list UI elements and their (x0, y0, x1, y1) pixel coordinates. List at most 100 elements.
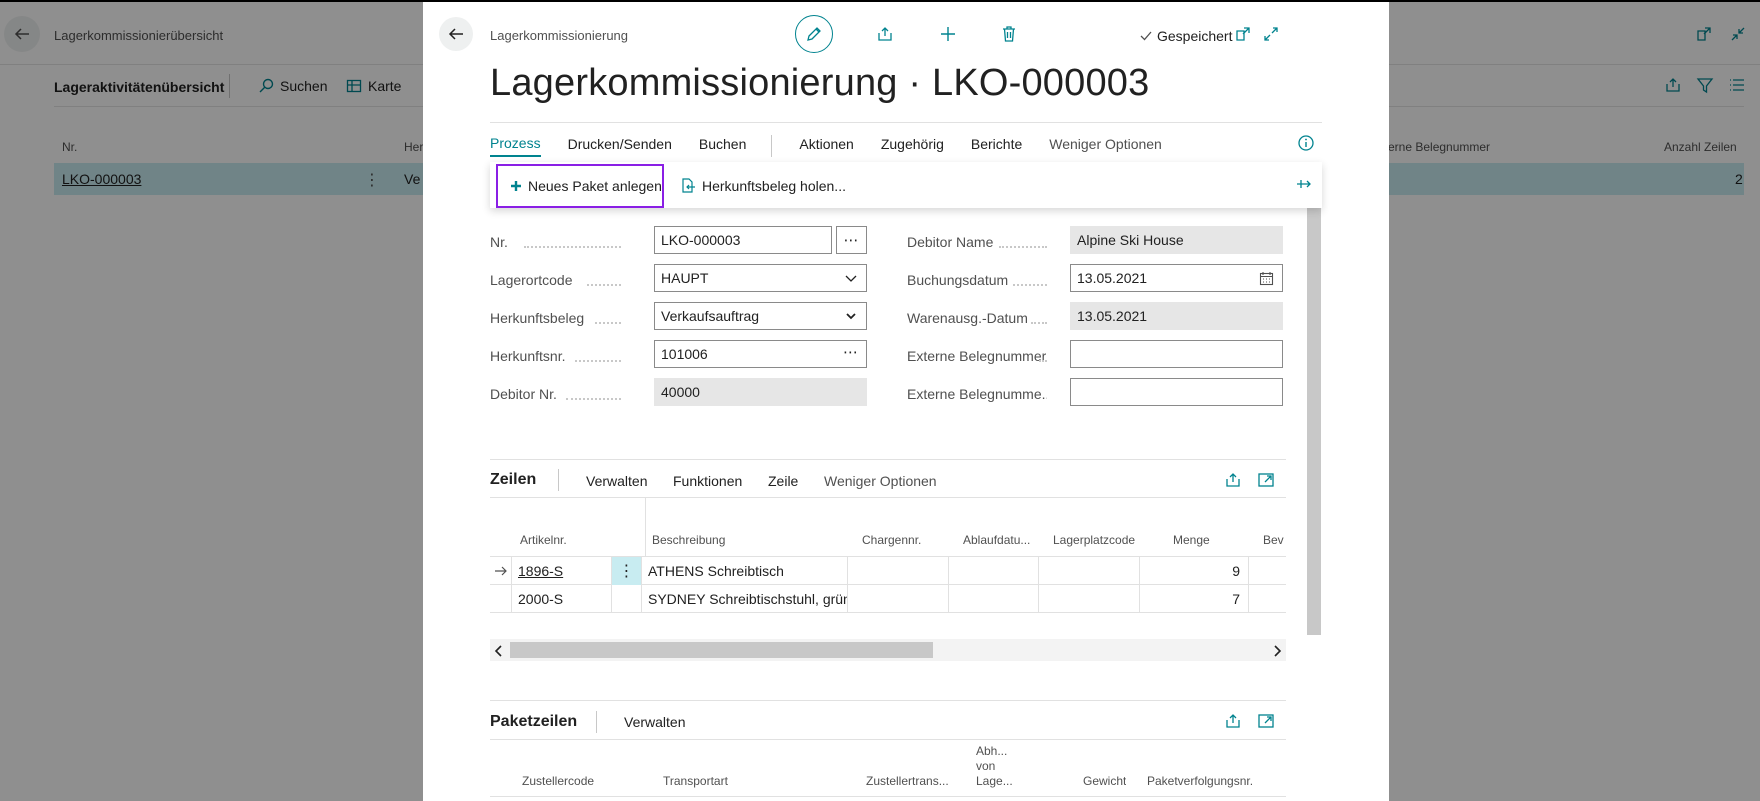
vertical-scrollbar[interactable] (1307, 208, 1321, 635)
chevron-right-icon[interactable] (1272, 644, 1282, 662)
pin-button[interactable] (1296, 176, 1312, 197)
title-divider (490, 122, 1322, 123)
row-ablaufdatum[interactable] (949, 585, 1039, 613)
label-externe-belegnummer: Externe Belegnummer (907, 348, 1047, 364)
label-nr: Nr. (490, 234, 508, 250)
scrollbar-thumb[interactable] (510, 642, 933, 658)
col-bev[interactable]: Bev (1263, 533, 1285, 547)
tab-buchen[interactable]: Buchen (699, 136, 746, 156)
tab-drucken-senden[interactable]: Drucken/Senden (568, 136, 672, 156)
zeilen-weniger-optionen[interactable]: Weniger Optionen (824, 473, 937, 489)
row-menge[interactable]: 7 (1140, 585, 1249, 613)
tab-aktionen[interactable]: Aktionen (799, 136, 853, 156)
herkunftsbeleg-select[interactable]: Verkaufsauftrag (654, 302, 867, 330)
paketzeilen-share-button[interactable] (1224, 712, 1242, 735)
col-abh-line1[interactable]: Abh... (976, 744, 1007, 758)
section-vertical-divider (596, 711, 597, 733)
neues-paket-anlegen-button[interactable]: Neues Paket anlegen (496, 164, 664, 208)
row-menge[interactable]: 9 (1140, 557, 1249, 585)
col-zustellercode[interactable]: Zustellercode (522, 774, 594, 788)
row-bev[interactable] (1249, 585, 1286, 613)
col-artikelnr[interactable]: Artikelnr. (520, 533, 567, 547)
row-artikelnr-link[interactable]: 1896-S (512, 557, 612, 585)
action-tabs: Prozess Drucken/Senden Buchen Aktionen Z… (490, 135, 1189, 157)
tab-prozess[interactable]: Prozess (490, 135, 541, 157)
row-chargennr[interactable] (848, 557, 949, 585)
horizontal-scrollbar[interactable] (490, 639, 1286, 661)
share-icon (1226, 714, 1240, 728)
leader-dots (1031, 322, 1047, 324)
trash-icon (1003, 26, 1015, 42)
externe-belegnummer-input[interactable] (1070, 340, 1283, 368)
get-document-icon (682, 178, 695, 193)
table-row[interactable]: 2000-S SYDNEY Schreibtischstuhl, grün 7 (490, 585, 1286, 613)
pencil-icon (807, 27, 821, 41)
col-abh-line2[interactable]: von (976, 759, 995, 773)
zeilen-funktionen[interactable]: Funktionen (673, 473, 742, 489)
col-transportart[interactable]: Transportart (663, 774, 728, 788)
zeilen-share-button[interactable] (1224, 471, 1242, 494)
calendar-icon[interactable] (1259, 271, 1274, 289)
ellipsis-icon[interactable]: ⋯ (843, 343, 858, 361)
new-button[interactable] (936, 22, 960, 46)
open-window-icon (1258, 714, 1274, 728)
label-lagerortcode: Lagerortcode (490, 272, 573, 288)
tab-zugehoerig[interactable]: Zugehörig (881, 136, 944, 156)
row-artikelnr[interactable]: 2000-S (512, 585, 612, 613)
herkunftsbeleg-holen-button[interactable]: Herkunftsbeleg holen... (680, 164, 846, 208)
herkunftsnr-input[interactable]: 101006 ⋯ (654, 340, 867, 368)
open-new-window-button[interactable] (1231, 22, 1255, 46)
nr-input[interactable]: LKO-000003 (654, 226, 832, 254)
zeilen-verwalten[interactable]: Verwalten (586, 473, 647, 489)
breadcrumb: Lagerkommissionierung (490, 28, 629, 43)
leader-dots (524, 246, 621, 248)
tab-weniger-optionen[interactable]: Weniger Optionen (1049, 136, 1162, 156)
col-abh-line3[interactable]: Lage... (976, 774, 1013, 788)
share-icon (878, 27, 892, 41)
zeilen-zeile[interactable]: Zeile (768, 473, 798, 489)
row-arrow-icon (490, 557, 512, 585)
label-debitor-name: Debitor Name (907, 234, 994, 250)
row-lagerplatzcode[interactable] (1039, 585, 1140, 613)
herkunftsbeleg-value: Verkaufsauftrag (661, 308, 760, 324)
table-row[interactable]: 1896-S ⋮ ATHENS Schreibtisch 9 (490, 557, 1286, 585)
saved-label: Gespeichert (1157, 28, 1233, 44)
row-ablaufdatum[interactable] (949, 557, 1039, 585)
buchungsdatum-input[interactable]: 13.05.2021 (1070, 264, 1283, 292)
lagerortcode-select[interactable]: HAUPT (654, 264, 867, 292)
col-beschreibung[interactable]: Beschreibung (652, 533, 725, 547)
row-bev[interactable] (1249, 557, 1286, 585)
label-herkunftsnr: Herkunftsnr. (490, 348, 566, 364)
nr-assist-button[interactable]: ⋯ (836, 226, 867, 254)
row-menu-cell[interactable] (612, 585, 642, 613)
col-paketverfolgungsnr[interactable]: Paketverfolgungsnr. (1147, 774, 1253, 788)
row-beschreibung[interactable]: ATHENS Schreibtisch (642, 557, 848, 585)
col-ablaufdatum[interactable]: Ablaufdatu... (963, 533, 1033, 547)
expand-button[interactable] (1259, 22, 1283, 46)
col-gewicht[interactable]: Gewicht (1083, 774, 1126, 788)
arrow-left-icon (448, 28, 463, 40)
row-menu-icon[interactable]: ⋮ (612, 557, 642, 585)
expand-icon (1264, 27, 1278, 41)
chevron-left-icon[interactable] (494, 644, 504, 662)
row-lagerplatzcode[interactable] (1039, 557, 1140, 585)
tab-berichte[interactable]: Berichte (971, 136, 1022, 156)
plus-icon (941, 27, 955, 41)
col-menge[interactable]: Menge (1173, 533, 1210, 547)
paketzeilen-expand-button[interactable] (1257, 712, 1275, 735)
share-icon (1226, 473, 1240, 487)
edit-button[interactable] (795, 15, 833, 53)
share-button[interactable] (873, 22, 897, 46)
delete-button[interactable] (997, 22, 1021, 46)
col-chargennr[interactable]: Chargennr. (862, 533, 921, 547)
back-button[interactable] (439, 17, 473, 51)
zeilen-expand-button[interactable] (1257, 471, 1275, 494)
row-beschreibung[interactable]: SYDNEY Schreibtischstuhl, grün (642, 585, 848, 613)
row-chargennr[interactable] (848, 585, 949, 613)
info-button[interactable] (1297, 134, 1315, 157)
externe-belegnummer-2-input[interactable] (1070, 378, 1283, 406)
col-zustellertrans[interactable]: Zustellertrans... (866, 774, 949, 788)
info-icon (1298, 135, 1314, 151)
paketzeilen-verwalten[interactable]: Verwalten (624, 714, 685, 730)
col-lagerplatzcode[interactable]: Lagerplatzcode (1053, 533, 1135, 547)
